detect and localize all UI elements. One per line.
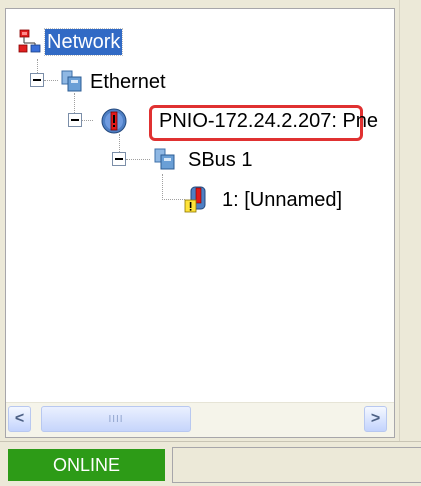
status-bar: ONLINE — [0, 441, 421, 486]
horizontal-scrollbar[interactable]: < IIII > — [6, 402, 394, 437]
device-error-icon — [101, 108, 127, 134]
tree-node-label: SBus 1 — [188, 149, 253, 171]
tree-connector — [44, 80, 58, 81]
tree-node-label: Network — [43, 28, 124, 56]
tree-canvas: Network Ethernet PNIO-172.24.2.207: Pne … — [6, 9, 394, 399]
scroll-thumb[interactable]: IIII — [41, 406, 191, 432]
tree-node-label: Ethernet — [90, 71, 166, 93]
tree-connector — [162, 199, 185, 200]
status-bar-cell — [172, 447, 421, 483]
online-status-badge: ONLINE — [8, 449, 165, 481]
collapse-toggle[interactable] — [30, 73, 44, 87]
tree-connector — [162, 174, 163, 198]
bus-icon — [154, 148, 175, 170]
network-tree-panel[interactable]: Network Ethernet PNIO-172.24.2.207: Pne … — [5, 8, 395, 438]
window-edge — [399, 0, 421, 485]
tree-connector — [81, 120, 93, 121]
tree-connector — [126, 159, 150, 160]
network-root-icon — [18, 29, 41, 53]
tree-node-label: PNIO-172.24.2.207: Pne — [159, 110, 379, 132]
scroll-right-button[interactable]: > — [364, 406, 387, 432]
module-warning-icon — [184, 186, 206, 213]
collapse-toggle[interactable] — [68, 113, 82, 127]
scroll-left-button[interactable]: < — [8, 406, 31, 432]
ethernet-icon — [61, 70, 82, 92]
collapse-toggle[interactable] — [112, 152, 126, 166]
tree-node-label: 1: [Unnamed] — [222, 189, 343, 211]
